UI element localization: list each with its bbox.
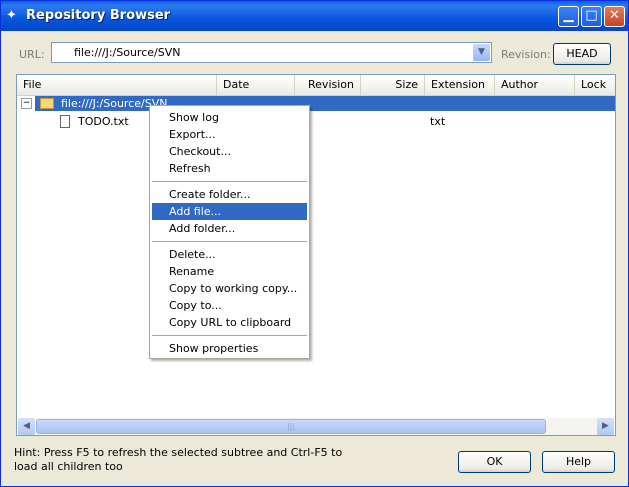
column-revision[interactable]: Revision <box>295 75 361 95</box>
menu-item-copy-to-working-copy[interactable]: Copy to working copy... <box>152 280 307 297</box>
column-size[interactable]: Size <box>361 75 425 95</box>
column-date[interactable]: Date <box>217 75 295 95</box>
menu-separator <box>152 335 307 336</box>
scroll-thumb[interactable]: ||| <box>36 419 546 434</box>
menu-item-rename[interactable]: Rename <box>152 263 307 280</box>
menu-item-show-log[interactable]: Show log <box>152 109 307 126</box>
horizontal-scrollbar[interactable]: ◀ ||| ▶ <box>18 418 614 435</box>
collapse-icon[interactable]: − <box>21 98 32 109</box>
column-extension[interactable]: Extension <box>425 75 495 95</box>
repository-browser-window: ✦ Repository Browser ▁ □ ✕ URL: file:///… <box>0 0 629 487</box>
close-button[interactable]: ✕ <box>604 6 625 27</box>
title-bar[interactable]: ✦ Repository Browser ▁ □ ✕ <box>1 1 628 31</box>
context-menu: Show log Export... Checkout... Refresh C… <box>149 105 310 359</box>
head-button[interactable]: HEAD <box>553 43 611 65</box>
column-author[interactable]: Author <box>495 75 575 95</box>
menu-item-show-properties[interactable]: Show properties <box>152 340 307 357</box>
column-file[interactable]: File <box>17 75 217 95</box>
menu-item-export[interactable]: Export... <box>152 126 307 143</box>
window-title: Repository Browser <box>26 8 171 23</box>
menu-item-add-folder[interactable]: Add folder... <box>152 220 307 237</box>
hint-text: Hint: Press F5 to refresh the selected s… <box>14 446 343 473</box>
menu-item-create-folder[interactable]: Create folder... <box>152 186 307 203</box>
url-label: URL: <box>19 48 45 61</box>
menu-separator <box>152 181 307 182</box>
menu-item-checkout[interactable]: Checkout... <box>152 143 307 160</box>
menu-item-add-file[interactable]: Add file... <box>152 203 307 220</box>
menu-separator <box>152 241 307 242</box>
menu-item-copy-to[interactable]: Copy to... <box>152 297 307 314</box>
menu-item-copy-url[interactable]: Copy URL to clipboard <box>152 314 307 331</box>
url-value: file:///J:/Source/SVN <box>74 46 181 59</box>
column-header: File Date Revision Size Extension Author… <box>17 75 615 96</box>
ok-button[interactable]: OK <box>458 451 531 473</box>
minimize-button[interactable]: ▁ <box>558 6 579 27</box>
text-file-icon <box>60 115 70 128</box>
chevron-down-icon[interactable]: ▼ <box>473 44 490 61</box>
tortoise-icon: ✦ <box>6 8 17 23</box>
help-button[interactable]: Help <box>542 451 615 473</box>
revision-label: Revision: <box>501 48 551 61</box>
scroll-left-icon[interactable]: ◀ <box>18 418 35 435</box>
maximize-button[interactable]: □ <box>581 6 602 27</box>
scroll-right-icon[interactable]: ▶ <box>597 418 614 435</box>
column-lock[interactable]: Lock <box>575 75 615 95</box>
menu-item-refresh[interactable]: Refresh <box>152 160 307 177</box>
menu-item-delete[interactable]: Delete... <box>152 246 307 263</box>
file-extension: txt <box>430 115 446 128</box>
file-name[interactable]: TODO.txt <box>78 115 129 128</box>
repository-list[interactable]: File Date Revision Size Extension Author… <box>16 74 616 436</box>
folder-icon <box>40 98 54 109</box>
url-combobox[interactable]: file:///J:/Source/SVN ▼ <box>51 42 492 63</box>
